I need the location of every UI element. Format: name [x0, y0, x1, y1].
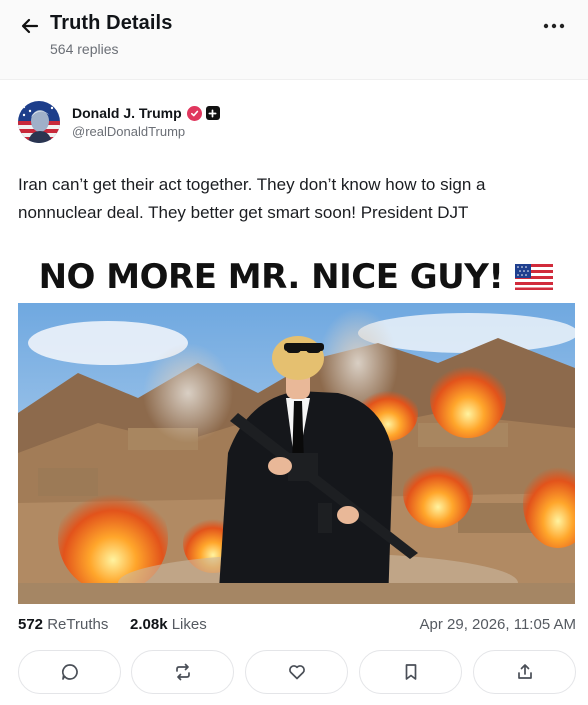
back-button[interactable]	[16, 12, 44, 40]
bookmark-button[interactable]	[359, 650, 462, 694]
like-button[interactable]	[245, 650, 348, 694]
post-timestamp: Apr 29, 2026, 11:05 AM	[419, 616, 577, 633]
post-stats: 572 ReTruths 2.08k Likes Apr 29, 2026, 1…	[18, 614, 576, 636]
author-handle[interactable]: @realDonaldTrump	[72, 124, 220, 139]
us-flag-icon	[515, 264, 554, 290]
likes-count: 2.08k	[130, 616, 168, 633]
share-icon	[517, 664, 532, 679]
post-author: Donald J. Trump @realDonaldTrump	[18, 100, 220, 144]
replies-count: 564 replies	[50, 41, 119, 57]
repost-icon	[175, 663, 190, 681]
page-title: Truth Details	[50, 12, 173, 34]
likes-label: Likes	[171, 616, 207, 633]
post-image-headline: NO MORE MR. NICE GUY!	[18, 252, 574, 302]
headline-text: NO MORE MR. NICE GUY!	[38, 257, 504, 297]
heart-icon	[288, 665, 305, 680]
post-text: Iran can’t get their act together. They …	[18, 175, 486, 222]
retruths-count: 572	[18, 616, 44, 633]
post-actions	[18, 650, 576, 694]
more-options-button[interactable]	[540, 14, 568, 38]
share-button[interactable]	[473, 650, 576, 694]
page-header: Truth Details 564 replies	[0, 0, 588, 80]
retruth-button[interactable]	[131, 650, 234, 694]
more-dots-icon	[543, 23, 565, 29]
retruths-label: ReTruths	[47, 616, 109, 633]
bookmark-icon	[405, 664, 416, 680]
verified-badge-icon	[186, 105, 202, 121]
author-name[interactable]: Donald J. Trump	[72, 105, 182, 121]
retruths-stat[interactable]: 572 ReTruths	[18, 616, 108, 633]
arrow-left-icon	[21, 18, 39, 34]
plus-badge-icon	[205, 106, 220, 120]
likes-stat[interactable]: 2.08k Likes	[130, 616, 207, 633]
comment-icon	[61, 664, 78, 680]
avatar[interactable]	[18, 101, 60, 143]
post-image[interactable]	[18, 303, 575, 604]
reply-button[interactable]	[18, 650, 121, 694]
